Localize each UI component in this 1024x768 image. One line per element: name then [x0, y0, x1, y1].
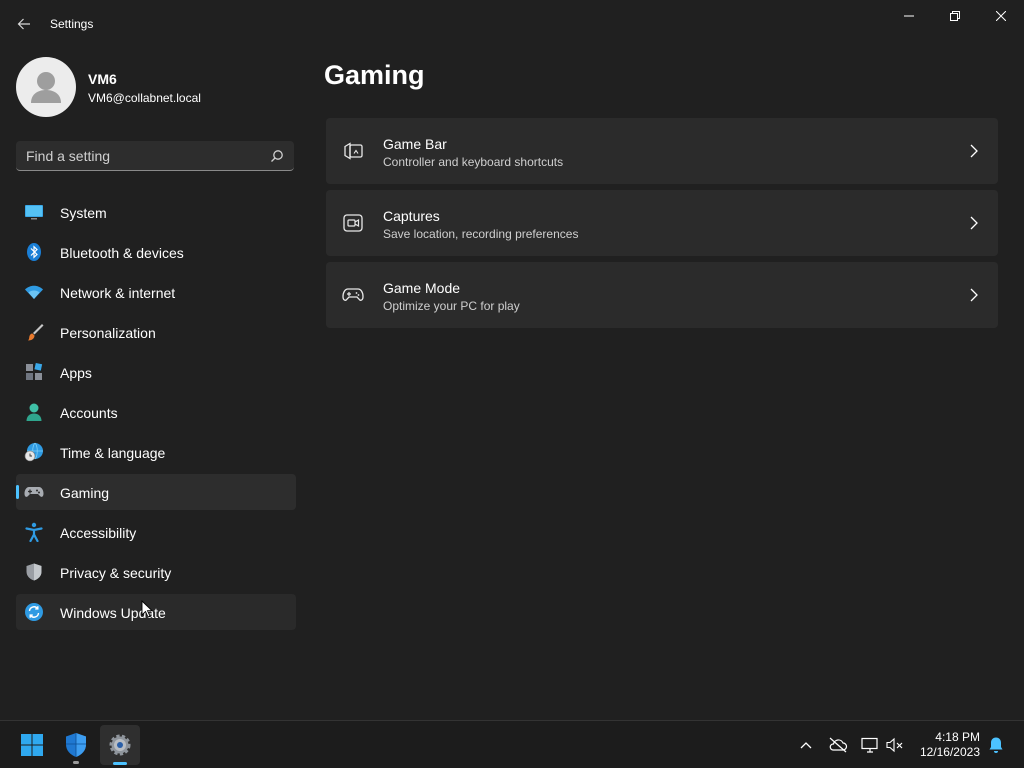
windows-start-icon	[21, 734, 43, 756]
sidebar-item-label: Personalization	[60, 325, 156, 341]
restore-button[interactable]	[932, 0, 978, 32]
back-arrow-icon	[17, 18, 30, 30]
accessibility-person-icon	[25, 522, 43, 542]
selected-indicator	[16, 485, 19, 499]
monitor-icon	[25, 205, 43, 220]
back-button[interactable]	[12, 12, 36, 36]
user-avatar-icon	[31, 72, 61, 103]
show-hidden-icons-button[interactable]	[796, 735, 816, 755]
wifi-icon	[25, 285, 43, 299]
onedrive-tray-button[interactable]	[828, 735, 848, 755]
chevron-up-icon	[800, 742, 812, 749]
close-icon	[996, 11, 1006, 21]
network-tray-button[interactable]	[860, 735, 880, 755]
sidebar-nav: System Bluetooth & devices Network & int…	[16, 194, 296, 634]
search-input[interactable]	[16, 141, 256, 170]
sidebar-item-windows-update[interactable]: Windows Update	[16, 594, 296, 630]
card-title: Game Bar	[383, 136, 447, 152]
sidebar-item-label: Apps	[60, 365, 92, 381]
sidebar-item-label: Gaming	[60, 485, 110, 501]
chevron-right-icon	[970, 144, 978, 158]
clock-date: 12/16/2023	[919, 745, 980, 759]
taskbar-app-windows-security[interactable]	[56, 725, 96, 765]
card-title: Captures	[383, 208, 440, 224]
user-name: VM6	[88, 71, 117, 87]
minimize-button[interactable]	[886, 0, 932, 32]
window-title: Settings	[50, 17, 94, 31]
user-profile[interactable]: VM6 VM6@collabnet.local	[16, 56, 296, 118]
taskbar: 4:18 PM 12/16/2023	[0, 720, 1024, 768]
sidebar-item-label: Bluetooth & devices	[60, 245, 184, 261]
taskbar-app-settings[interactable]	[100, 725, 140, 765]
title-bar: Settings	[0, 0, 1024, 48]
speaker-muted-icon	[886, 737, 903, 753]
sidebar-item-label: Privacy & security	[60, 565, 172, 581]
globe-clock-icon	[24, 442, 43, 462]
card-subtitle: Optimize your PC for play	[383, 299, 520, 313]
network-monitor-icon	[861, 737, 878, 753]
sidebar-item-accounts[interactable]: Accounts	[16, 394, 296, 430]
refresh-icon	[25, 603, 43, 621]
person-icon	[26, 403, 42, 421]
settings-gear-icon	[109, 734, 131, 756]
sidebar-item-accessibility[interactable]: Accessibility	[16, 514, 296, 550]
sidebar-item-time-language[interactable]: Time & language	[16, 434, 296, 470]
volume-tray-button[interactable]	[885, 735, 905, 755]
clock-time: 4:18 PM	[935, 730, 980, 744]
shield-icon	[26, 563, 42, 581]
sidebar-item-label: Accounts	[60, 405, 118, 421]
sidebar-item-gaming[interactable]: Gaming	[16, 474, 296, 510]
minimize-icon	[904, 15, 914, 17]
sidebar-item-label: Time & language	[60, 445, 166, 461]
active-app-indicator	[113, 762, 127, 765]
search-box	[16, 141, 294, 171]
sidebar-item-label: Network & internet	[60, 285, 176, 301]
sidebar-item-personalization[interactable]: Personalization	[16, 314, 296, 350]
avatar	[16, 57, 76, 117]
page-title: Gaming	[324, 60, 425, 90]
sidebar-item-system[interactable]: System	[16, 194, 296, 230]
capture-icon	[343, 214, 363, 232]
notification-bell-icon[interactable]	[987, 736, 1005, 754]
card-subtitle: Controller and keyboard shortcuts	[383, 155, 564, 169]
game-bar-icon	[344, 142, 363, 160]
sidebar-item-label: Accessibility	[60, 525, 137, 541]
settings-cards: Game Bar Controller and keyboard shortcu…	[326, 118, 998, 334]
card-subtitle: Save location, recording preferences	[383, 227, 579, 241]
sidebar-item-privacy-security[interactable]: Privacy & security	[16, 554, 296, 590]
start-button[interactable]	[12, 725, 52, 765]
chevron-right-icon	[970, 288, 978, 302]
close-button[interactable]	[978, 0, 1024, 32]
mouse-cursor-icon	[141, 600, 153, 618]
cloud-off-icon	[829, 737, 848, 753]
taskbar-clock[interactable]: 4:18 PM 12/16/2023	[908, 730, 980, 760]
gamepad-icon	[342, 288, 364, 301]
sidebar-item-bluetooth[interactable]: Bluetooth & devices	[16, 234, 296, 270]
gamepad-icon	[24, 487, 44, 497]
sidebar-item-label: System	[60, 205, 107, 221]
card-game-mode[interactable]: Game Mode Optimize your PC for play	[326, 262, 998, 328]
paintbrush-icon	[28, 324, 44, 341]
defender-shield-icon	[66, 733, 86, 757]
card-captures[interactable]: Captures Save location, recording prefer…	[326, 190, 998, 256]
sidebar-item-apps[interactable]: Apps	[16, 354, 296, 390]
card-title: Game Mode	[383, 280, 461, 296]
running-indicator	[73, 761, 79, 764]
card-game-bar[interactable]: Game Bar Controller and keyboard shortcu…	[326, 118, 998, 184]
chevron-right-icon	[970, 216, 978, 230]
user-email: VM6@collabnet.local	[88, 91, 201, 105]
apps-grid-icon	[26, 362, 43, 380]
search-icon[interactable]	[270, 149, 284, 163]
bluetooth-icon	[27, 243, 41, 261]
sidebar-item-network[interactable]: Network & internet	[16, 274, 296, 310]
restore-icon	[950, 11, 960, 21]
